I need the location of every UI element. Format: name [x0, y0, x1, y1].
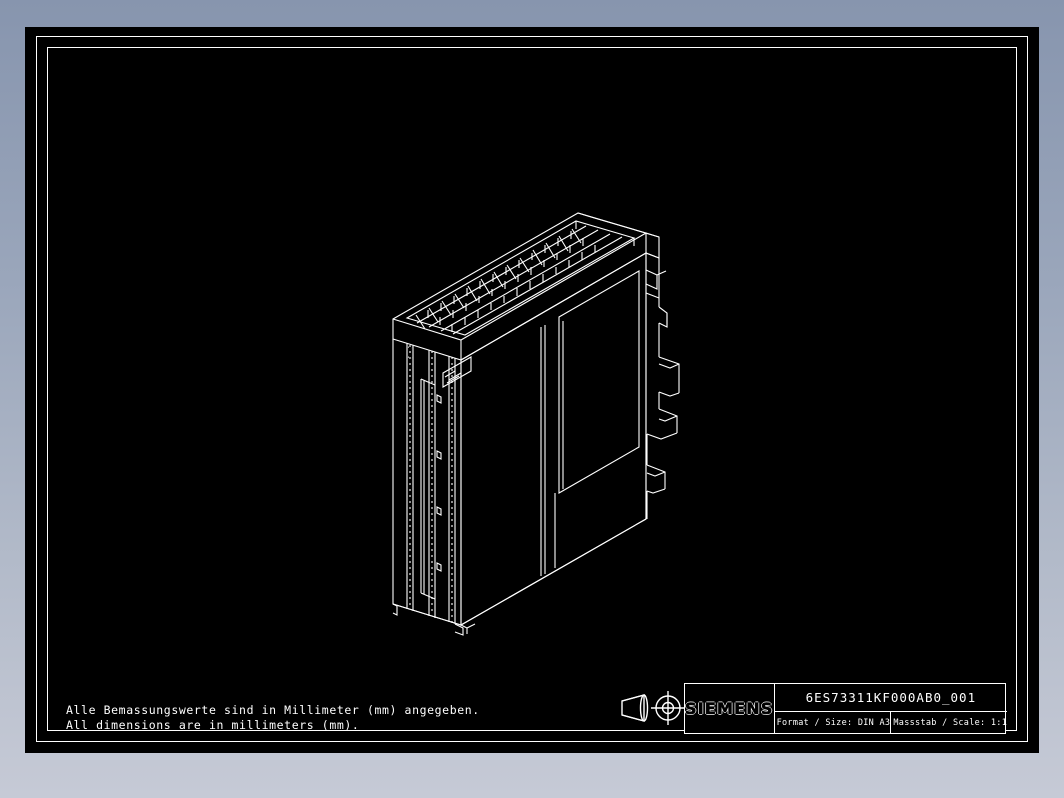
scale-field: Massstab / Scale: 1:1	[893, 717, 1008, 728]
part-number-field: 6ES73311KF000AB0_001	[774, 684, 1008, 712]
screenshot-root: Alle Bemassungswerte sind in Millimeter …	[0, 0, 1064, 798]
dimension-note-german: Alle Bemassungswerte sind in Millimeter …	[66, 703, 480, 717]
format-field: Format / Size: DIN A3	[775, 712, 892, 733]
dimension-note-english: All dimensions are in millimeters (mm).	[66, 718, 360, 732]
title-block: SIEMENS 6ES73311KF000AB0_001 Format / Si…	[684, 683, 1008, 734]
title-block-right-cell: 6ES73311KF000AB0_001 Format / Size: DIN …	[774, 684, 1008, 733]
cad-drawing-sheet: Alle Bemassungswerte sind in Millimeter …	[25, 27, 1039, 753]
title-block-logo-cell: SIEMENS	[685, 684, 775, 733]
drawing-border-inner	[47, 47, 1017, 731]
siemens-logo: SIEMENS	[685, 699, 774, 719]
first-angle-projection-symbol	[618, 685, 688, 731]
title-block-meta-row: Format / Size: DIN A3 Massstab / Scale: …	[775, 712, 1008, 733]
dimension-note: Alle Bemassungswerte sind in Millimeter …	[66, 703, 480, 733]
